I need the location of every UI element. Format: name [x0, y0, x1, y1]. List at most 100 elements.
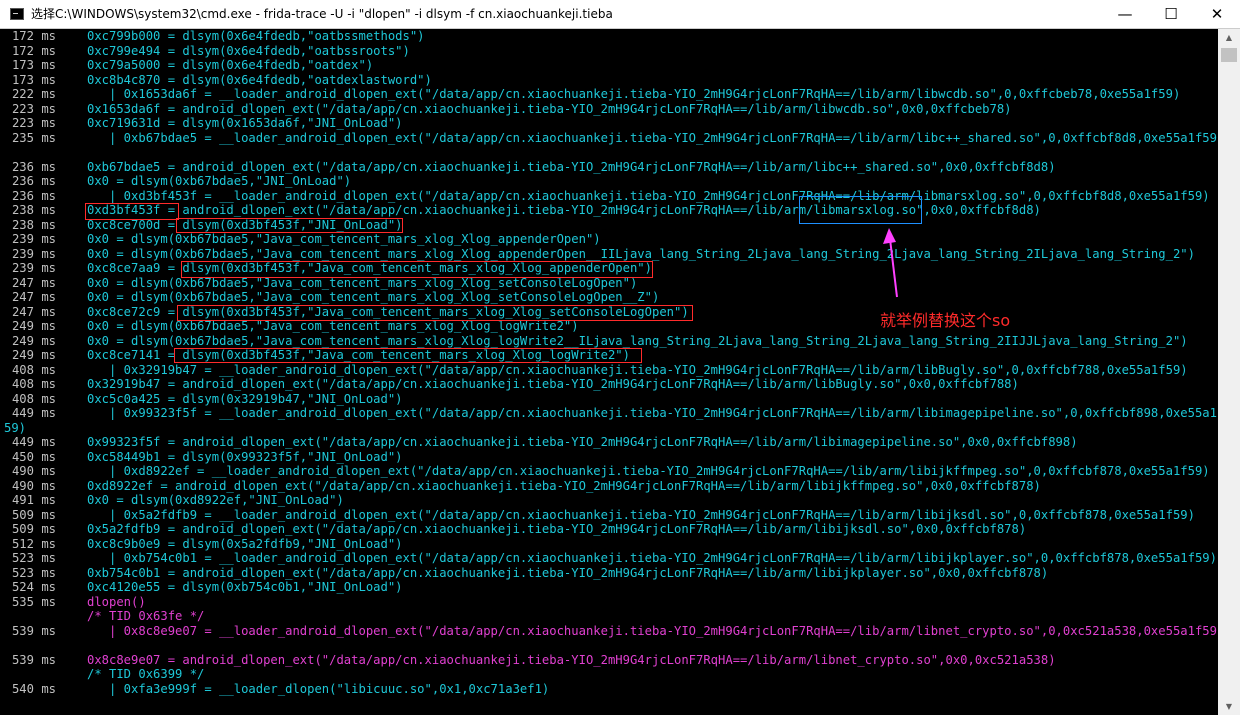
annotation-note: 就举例替换这个so [880, 311, 1011, 330]
console-line: 524 ms 0xc4120e55 = dlsym(0xb754c0b1,"JNI… [0, 580, 1218, 595]
console-line: 236 ms 0x0 = dlsym(0xb67bdae5,"JNI_OnLoad… [0, 174, 1218, 189]
highlight-box-appender-open [181, 261, 653, 278]
minimize-button[interactable]: — [1102, 0, 1148, 29]
console-line: 173 ms 0xc79a5000 = dlsym(0x6e4fdedb,"oat… [0, 58, 1218, 73]
console-timestamp: 247 ms [11, 304, 56, 319]
console-text: 0xb754c0b1 = android_dlopen_ext("/data/a… [87, 565, 1049, 580]
scroll-down-arrow-icon[interactable]: ▼ [1218, 698, 1240, 715]
console-line: 408 ms 0xc5c0a425 = dlsym(0x32919b47,"JNI… [0, 392, 1218, 407]
console-text: 0x0 = dlsym(0xb67bdae5,"Java_com_tencent… [87, 333, 1188, 348]
console-line: 235 ms | 0xb67bdae5 = __loader_android_d… [0, 131, 1218, 146]
console-text: | 0xb754c0b1 = __loader_android_dlopen_e… [87, 551, 1217, 565]
console-timestamp: 540 ms [11, 681, 56, 696]
console-output[interactable]: 172 ms 0xc799b000 = dlsym(0x6e4fdedb,"oat… [0, 29, 1218, 715]
console-text: 0xc58449b1 = dlsym(0x99323f5f,"JNI_OnLoa… [87, 449, 403, 464]
console-timestamp: 239 ms [11, 246, 56, 261]
console-timestamp: 172 ms [11, 29, 56, 43]
console-text: | 0xd3bf453f = __loader_android_dlopen_e… [87, 188, 1210, 203]
console-text: 0x0 = dlsym(0xb67bdae5,"JNI_OnLoad") [87, 174, 352, 188]
console-text: 0x5a2fdfb9 = android_dlopen_ext("/data/a… [87, 522, 1027, 536]
console-text: 0x0 = dlsym(0xb67bdae5,"Java_com_tencent… [87, 319, 579, 333]
console-text: 0x32919b47 = android_dlopen_ext("/data/a… [87, 377, 1019, 391]
console-text: 0xb67bdae5 = android_dlopen_ext("/data/a… [87, 159, 1056, 174]
console-line: 172 ms 0xc799e494 = dlsym(0x6e4fdedb,"oat… [0, 44, 1218, 59]
console-line: 450 ms 0xc58449b1 = dlsym(0x99323f5f,"JNI… [0, 450, 1218, 465]
scroll-thumb[interactable] [1221, 48, 1237, 62]
console-timestamp: 491 ms [11, 493, 56, 507]
close-button[interactable]: ✕ [1194, 0, 1240, 29]
console-text: 0x8c8e9e07 = android_dlopen_ext("/data/a… [87, 652, 1056, 667]
console-timestamp: 490 ms [11, 478, 56, 493]
console-timestamp: 449 ms [11, 435, 56, 449]
console-timestamp: 523 ms [11, 565, 56, 580]
vertical-scrollbar[interactable]: ▲ ▼ [1218, 29, 1240, 715]
console-timestamp: 512 ms [11, 536, 56, 551]
console-timestamp: 235 ms [11, 130, 56, 145]
console-line: 249 ms 0x0 = dlsym(0xb67bdae5,"Java_com_t… [0, 319, 1218, 334]
console-line: 249 ms 0x0 = dlsym(0xb67bdae5,"Java_com_t… [0, 334, 1218, 349]
maximize-button[interactable]: ☐ [1148, 0, 1194, 29]
annotation-arrow-icon [883, 228, 898, 298]
console-timestamp: 223 ms [11, 101, 56, 116]
console-line: 535 ms dlopen() [0, 595, 1218, 610]
console-timestamp: 59) [4, 420, 27, 435]
console-timestamp: 449 ms [11, 406, 56, 420]
console-line: 449 ms | 0x99323f5f = __loader_android_d… [0, 406, 1218, 421]
console-timestamp: 539 ms [11, 652, 56, 667]
console-timestamp: 238 ms [11, 203, 56, 217]
console-text: 0x0 = dlsym(0xb67bdae5,"Java_com_tencent… [87, 246, 1195, 261]
console-timestamp: 236 ms [11, 159, 56, 174]
console-line: 223 ms 0x1653da6f = android_dlopen_ext("/… [0, 102, 1218, 117]
console-timestamp: 249 ms [11, 333, 56, 348]
console-timestamp: 249 ms [11, 319, 56, 333]
console-timestamp: 490 ms [11, 464, 56, 478]
console-timestamp: 523 ms [11, 551, 56, 565]
console-line: 539 ms | 0x8c8e9e07 = __loader_android_d… [0, 624, 1218, 639]
console-text: 0xc5c0a425 = dlsym(0x32919b47,"JNI_OnLoa… [87, 391, 403, 406]
console-text: 0xc799e494 = dlsym(0x6e4fdedb,"oatbssroo… [87, 43, 410, 58]
console-timestamp: 223 ms [11, 116, 56, 130]
cmd-window: 选择C:\WINDOWS\system32\cmd.exe - frida-tr… [0, 0, 1240, 715]
highlight-box-libmarsxlog [799, 196, 922, 224]
console-line: /* TID 0x6399 */ [0, 667, 1218, 682]
console-timestamp: 247 ms [11, 290, 56, 304]
console-timestamp: 238 ms [11, 217, 56, 232]
console-timestamp: 222 ms [11, 87, 56, 101]
console-line: 239 ms 0x0 = dlsym(0xb67bdae5,"Java_com_t… [0, 247, 1218, 262]
console-text: | 0xb67bdae5 = __loader_android_dlopen_e… [87, 130, 1218, 145]
console-line: 236 ms | 0xd3bf453f = __loader_android_d… [0, 189, 1218, 204]
console-timestamp: 173 ms [11, 58, 56, 72]
console-line: /* TID 0x63fe */ [0, 609, 1218, 624]
console-line: 490 ms | 0xd8922ef = __loader_android_dl… [0, 464, 1218, 479]
title-bar[interactable]: 选择C:\WINDOWS\system32\cmd.exe - frida-tr… [0, 0, 1240, 29]
console-line: 408 ms | 0x32919b47 = __loader_android_d… [0, 363, 1218, 378]
console-timestamp: 450 ms [11, 449, 56, 464]
console-text: 0x0 = dlsym(0xb67bdae5,"Java_com_tencent… [87, 232, 601, 246]
console-line: 247 ms 0x0 = dlsym(0xb67bdae5,"Java_com_t… [0, 290, 1218, 305]
console-timestamp: 535 ms [11, 594, 56, 609]
highlight-box-log-write2 [174, 348, 642, 363]
console-line: 540 ms | 0xfa3e999f = __loader_dlopen("l… [0, 682, 1218, 697]
console-text: 0xc8b4c870 = dlsym(0x6e4fdedb,"oatdexlas… [87, 72, 432, 87]
console-timestamp: 249 ms [11, 348, 56, 362]
console-text: 0xd8922ef = android_dlopen_ext("/data/ap… [87, 478, 1041, 493]
console-timestamp: 173 ms [11, 72, 56, 87]
console-timestamp: 408 ms [11, 391, 56, 406]
console-text: 0x0 = dlsym(0xb67bdae5,"Java_com_tencent… [87, 290, 660, 304]
console-timestamp: 509 ms [11, 507, 56, 522]
scroll-up-arrow-icon[interactable]: ▲ [1218, 29, 1240, 46]
console-line: 523 ms | 0xb754c0b1 = __loader_android_d… [0, 551, 1218, 566]
console-line: 512 ms 0xc8c9b0e9 = dlsym(0x5a2fdfb9,"JNI… [0, 537, 1218, 552]
console-line: 539 ms 0x8c8e9e07 = android_dlopen_ext("/… [0, 653, 1218, 668]
console-line: 408 ms 0x32919b47 = android_dlopen_ext("/… [0, 377, 1218, 392]
console-timestamp: 236 ms [11, 174, 56, 188]
console-timestamp: 408 ms [11, 362, 56, 377]
console-line: 523 ms 0xb754c0b1 = android_dlopen_ext("/… [0, 566, 1218, 581]
console-line: 59) [0, 421, 1218, 436]
console-text: | 0xfa3e999f = __loader_dlopen("libicuuc… [87, 681, 550, 696]
console-line: 173 ms 0xc8b4c870 = dlsym(0x6e4fdedb,"oat… [0, 73, 1218, 88]
console-timestamp: 236 ms [11, 188, 56, 203]
console-text: 0xc719631d = dlsym(0x1653da6f,"JNI_OnLoa… [87, 116, 403, 130]
console-line: 222 ms | 0x1653da6f = __loader_android_d… [0, 87, 1218, 102]
